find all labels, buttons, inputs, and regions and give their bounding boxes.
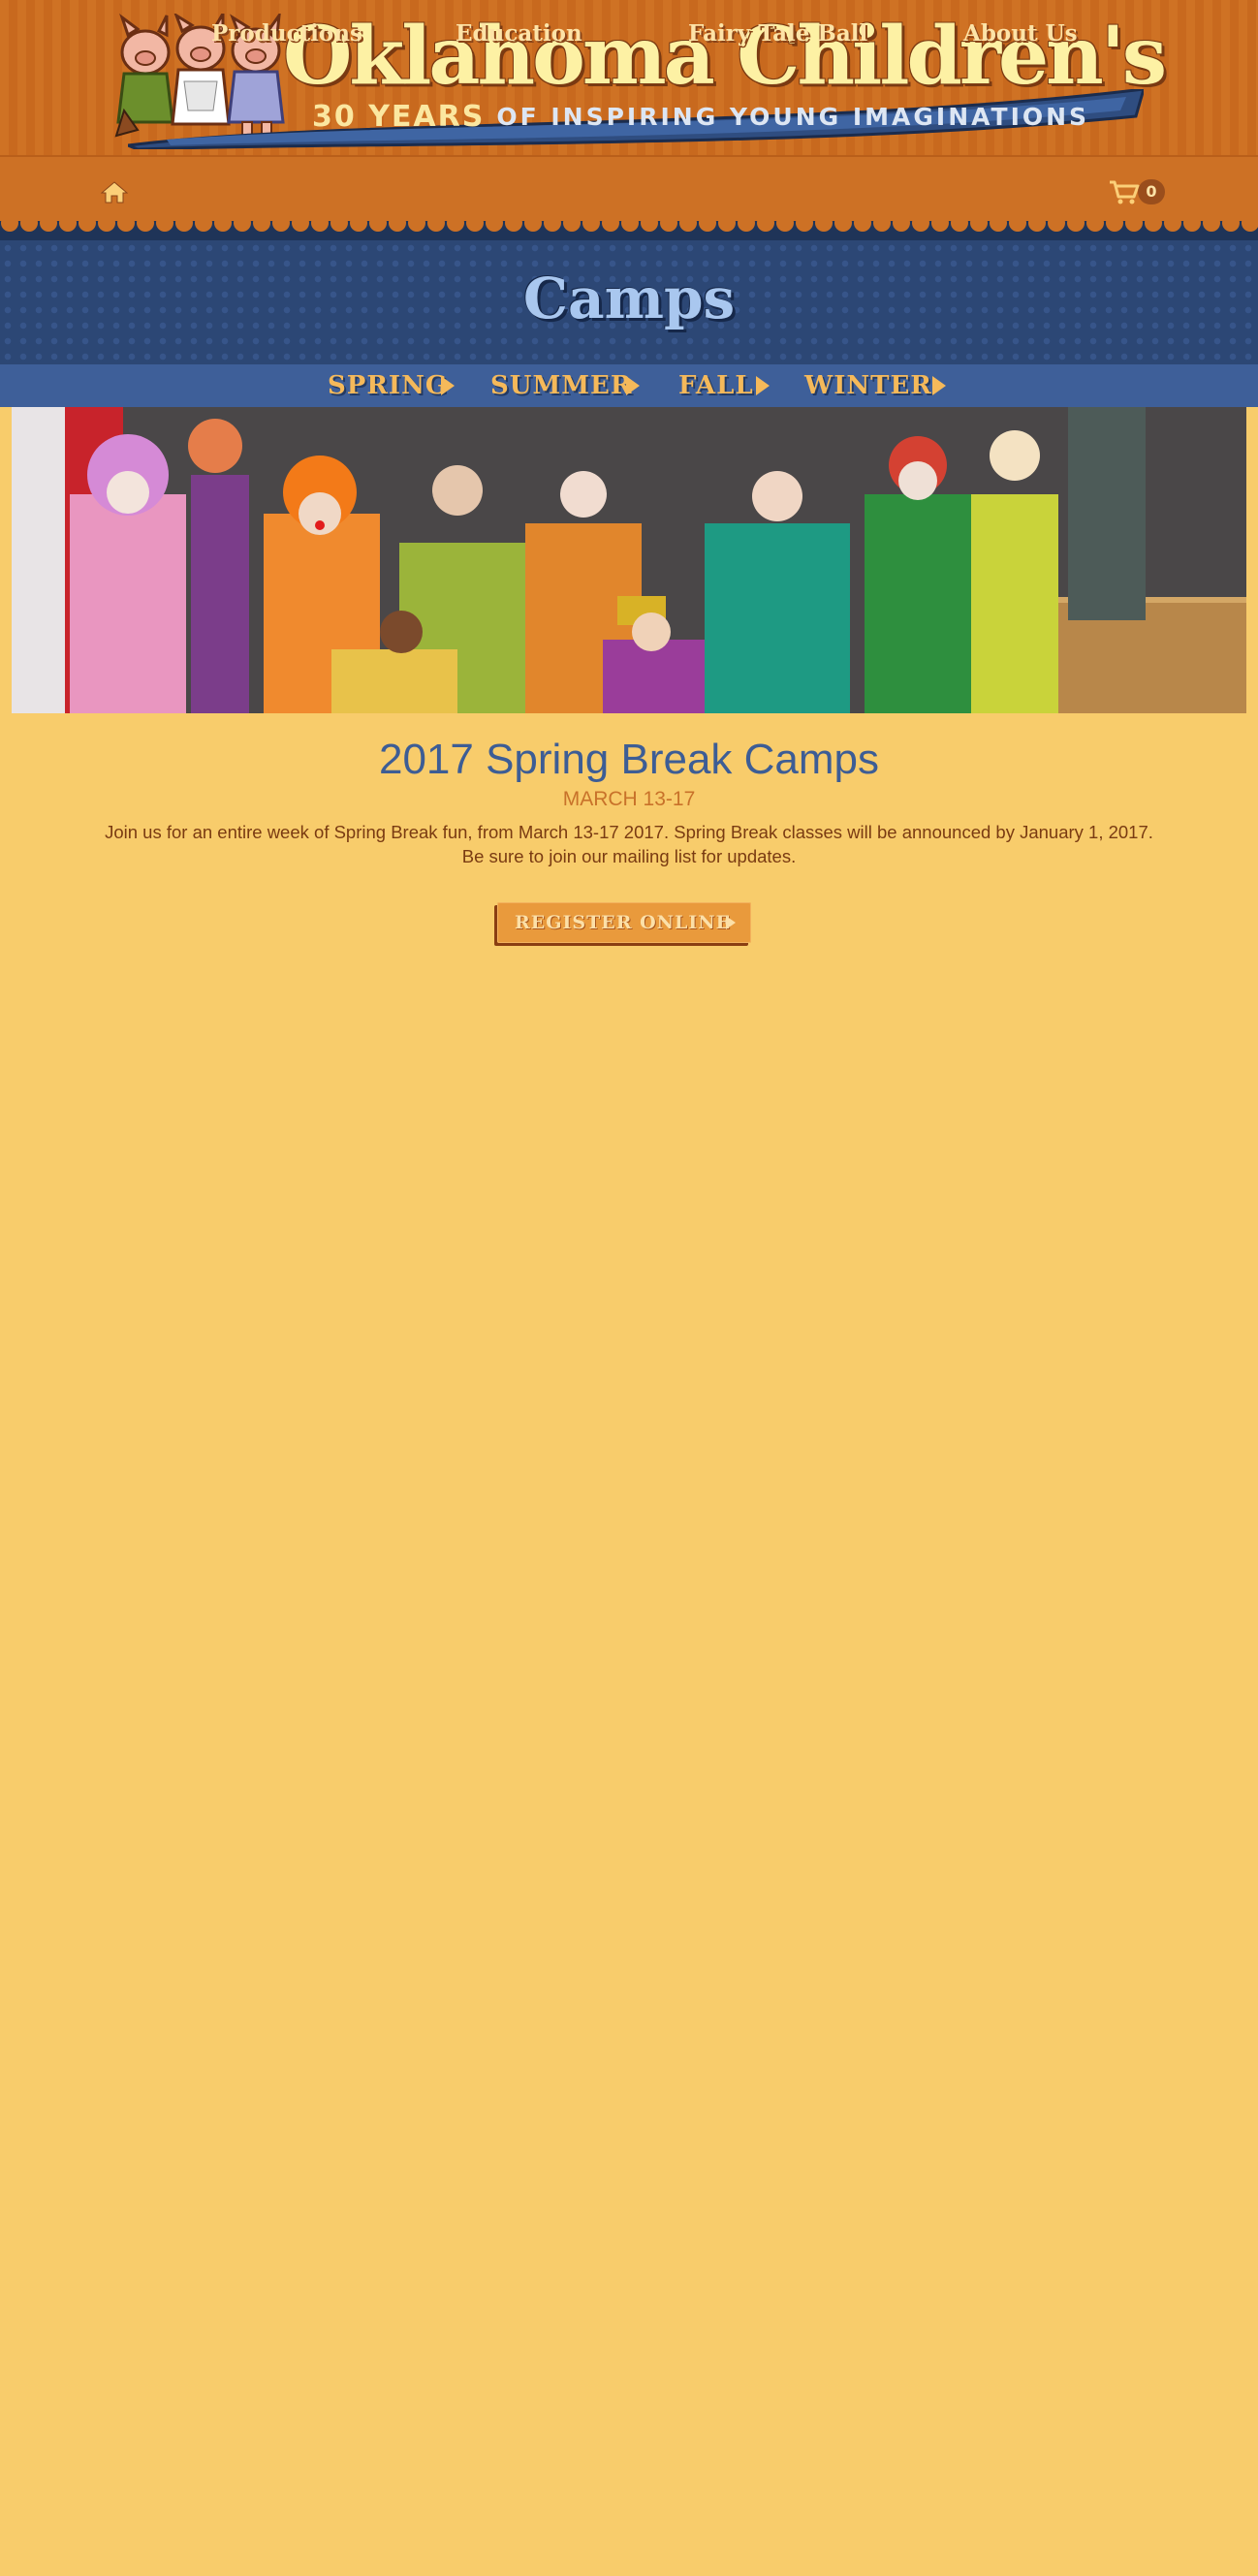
nav-education[interactable]: Education [456,0,582,68]
arrow-right-icon[interactable] [932,376,946,395]
season-winter[interactable]: WINTER [804,364,932,407]
tagline-years: 30 YEARS [312,99,486,134]
page-title: Camps [522,266,736,331]
nav-fairy-tale-ball[interactable]: Fairy Tale Ball [688,0,867,68]
camp-dates: MARCH 13-17 [562,788,696,810]
arrow-right-icon [726,916,736,929]
clown-performers-image [12,407,1246,713]
tagline-text: OF INSPIRING YOUNG IMAGINATIONS [496,102,1090,131]
register-online-button[interactable]: REGISTER ONLINE [497,902,751,943]
register-online-label: REGISTER ONLINE [515,912,732,933]
season-summer[interactable]: SUMMER [490,364,632,407]
main-nav [0,155,1258,225]
cart-count-badge[interactable]: 0 [1138,179,1165,204]
camp-title: 2017 Spring Break Camps [378,736,880,783]
arrow-right-icon[interactable] [626,376,640,395]
cart-icon[interactable] [1109,179,1140,204]
home-icon[interactable] [101,180,128,204]
camp-description: Join us for an entire week of Spring Bre… [105,822,1153,866]
logo-tagline: 30 YEARS OF INSPIRING YOUNG IMAGINATIONS [312,97,1086,136]
scallop-divider [0,221,1258,240]
season-fall[interactable]: FALL [678,364,754,407]
nav-productions[interactable]: Productions [211,0,362,68]
hero-photo [12,407,1246,713]
arrow-right-icon[interactable] [756,376,770,395]
arrow-right-icon[interactable] [441,376,455,395]
nav-about-us[interactable]: About Us [963,0,1078,68]
season-spring[interactable]: SPRING [328,364,448,407]
